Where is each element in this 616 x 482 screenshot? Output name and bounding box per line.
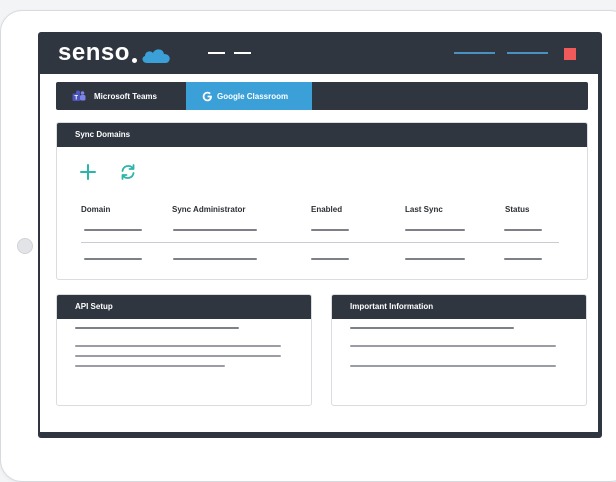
main-content: T Microsoft Teams Google Classroom Sync … xyxy=(40,74,598,432)
plus-icon xyxy=(80,164,96,180)
header-menu-placeholder xyxy=(208,52,251,54)
sync-actions xyxy=(79,163,137,181)
enabled-cell-placeholder xyxy=(311,229,349,231)
tab-bar: T Microsoft Teams Google Classroom xyxy=(56,82,588,110)
tab-label: Google Classroom xyxy=(217,91,289,101)
tab-microsoft-teams[interactable]: T Microsoft Teams xyxy=(72,82,157,110)
nav-line xyxy=(507,52,548,54)
status-cell-placeholder xyxy=(504,229,542,231)
text-placeholder xyxy=(75,345,281,347)
important-information-panel: Important Information xyxy=(331,294,587,406)
svg-text:T: T xyxy=(74,95,78,101)
text-placeholder xyxy=(75,355,281,357)
cloud-icon xyxy=(142,49,170,63)
refresh-icon xyxy=(121,164,135,180)
home-button[interactable] xyxy=(17,238,33,254)
panel-title: Important Information xyxy=(332,295,586,319)
column-header-status: Status xyxy=(505,205,530,214)
api-setup-panel: API Setup xyxy=(56,294,312,406)
logo-dot xyxy=(131,57,137,63)
senso-logo: senso xyxy=(58,38,172,68)
text-placeholder xyxy=(75,365,225,367)
row-divider xyxy=(81,242,559,243)
panel-title: Sync Domains xyxy=(57,123,587,147)
text-placeholder xyxy=(350,365,556,367)
domain-cell-placeholder xyxy=(84,229,142,231)
domain-cell-placeholder xyxy=(84,258,142,260)
close-button[interactable] xyxy=(564,48,576,60)
tab-label: Microsoft Teams xyxy=(94,91,157,101)
last-sync-cell-placeholder xyxy=(405,229,465,231)
column-header-enabled: Enabled xyxy=(311,205,343,214)
app-window: senso T Microsoft Teams Google Classroom… xyxy=(38,32,602,438)
text-placeholder xyxy=(350,327,514,329)
menu-dash xyxy=(234,52,251,54)
panel-title: API Setup xyxy=(57,295,311,319)
status-cell-placeholder xyxy=(504,258,542,260)
logo-text: senso xyxy=(58,39,130,66)
enabled-cell-placeholder xyxy=(311,258,349,260)
sync-domains-panel: Sync Domains Domain Sync Administrator E… xyxy=(56,122,588,280)
nav-line xyxy=(454,52,495,54)
tab-google-classroom[interactable]: Google Classroom xyxy=(186,82,312,110)
google-icon xyxy=(202,91,212,101)
text-placeholder xyxy=(75,327,239,329)
header-nav-placeholder xyxy=(454,52,548,54)
add-domain-button[interactable] xyxy=(79,163,97,181)
menu-dash xyxy=(208,52,225,54)
column-header-domain: Domain xyxy=(81,205,111,214)
column-header-sync-administrator: Sync Administrator xyxy=(172,205,246,214)
last-sync-cell-placeholder xyxy=(405,258,465,260)
column-header-last-sync: Last Sync xyxy=(405,205,443,214)
app-header: senso xyxy=(38,32,602,74)
teams-icon: T xyxy=(72,90,86,101)
admin-cell-placeholder xyxy=(173,258,257,260)
text-placeholder xyxy=(350,345,556,347)
refresh-button[interactable] xyxy=(119,163,137,181)
admin-cell-placeholder xyxy=(173,229,257,231)
